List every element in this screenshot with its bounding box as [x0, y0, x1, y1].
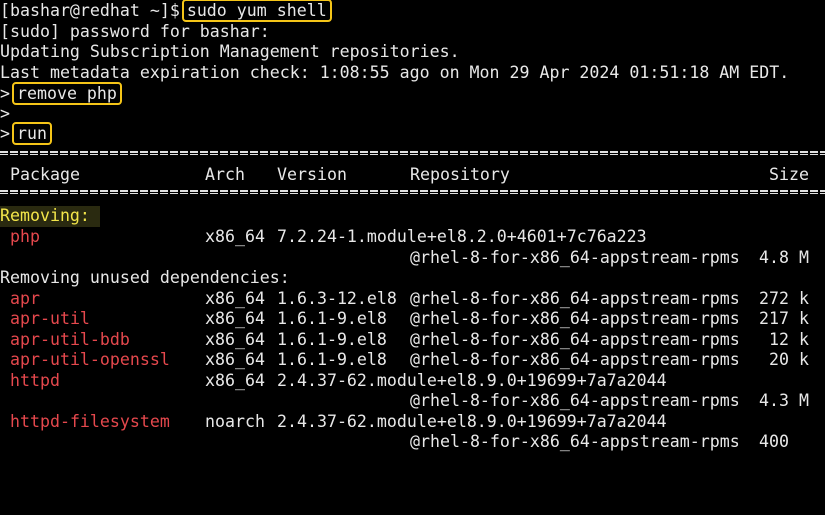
package-repository: @rhel-8-for-x86_64-appstream-rpms — [410, 248, 740, 267]
package-repository: @rhel-8-for-x86_64-appstream-rpms — [410, 309, 740, 328]
package-arch: x86_64 — [205, 227, 265, 246]
updating-line: Updating Subscription Management reposit… — [0, 42, 460, 61]
highlighted-remove-command: remove php — [12, 82, 122, 105]
prompt-line: [bashar@redhat ~]$ sudo yum shell — [0, 0, 332, 22]
package-name: apr-util-bdb — [10, 330, 130, 349]
package-repository: @rhel-8-for-x86_64-appstream-rpms — [410, 391, 740, 410]
package-repository: @rhel-8-for-x86_64-appstream-rpms — [410, 432, 740, 451]
header-repository: Repository — [410, 165, 510, 184]
package-name: httpd-filesystem — [10, 412, 170, 431]
unused-dependencies-label: Removing unused dependencies: — [0, 268, 290, 287]
sudo-password-line: [sudo] password for bashar: — [0, 22, 270, 41]
table-row: apr x86_64 1.6.3-12.el8 @rhel-8-for-x86_… — [0, 289, 825, 310]
package-repository: @rhel-8-for-x86_64-appstream-rpms — [410, 289, 740, 308]
package-name: apr-util-openssl — [10, 350, 170, 369]
table-row-continuation: @rhel-8-for-x86_64-appstream-rpms 400 — [0, 432, 825, 453]
shell-prompt: [bashar@redhat ~]$ — [0, 1, 180, 20]
package-arch: x86_64 — [205, 309, 265, 328]
table-row: php x86_64 7.2.24-1.module+el8.2.0+4601+… — [0, 227, 825, 248]
package-version: 2.4.37-62.module+el8.9.0+19699+7a7a2044 — [277, 371, 667, 390]
table-row-continuation: @rhel-8-for-x86_64-appstream-rpms 4.8 M — [0, 248, 825, 269]
package-version: 1.6.3-12.el8 — [277, 289, 397, 308]
package-version: 1.6.1-9.el8 — [277, 350, 387, 369]
table-row: apr-util-openssl x86_64 1.6.1-9.el8 @rhe… — [0, 350, 825, 371]
package-version: 7.2.24-1.module+el8.2.0+4601+7c76a223 — [277, 227, 647, 246]
package-arch: x86_64 — [205, 330, 265, 349]
terminal-window[interactable]: [bashar@redhat ~]$ sudo yum shell [sudo] … — [0, 0, 825, 452]
run-command-line: > run — [0, 122, 52, 145]
package-name: php — [10, 227, 40, 246]
empty-prompt-line: > — [0, 104, 10, 123]
package-version: 1.6.1-9.el8 — [277, 330, 387, 349]
package-size: 400 — [759, 432, 789, 451]
highlighted-run-command: run — [12, 122, 52, 145]
package-name: apr-util — [10, 309, 90, 328]
package-version: 1.6.1-9.el8 — [277, 309, 387, 328]
removing-section-label: Removing: — [0, 206, 100, 227]
package-name: apr — [10, 289, 40, 308]
package-repository: @rhel-8-for-x86_64-appstream-rpms — [410, 330, 740, 349]
table-header-separator — [0, 189, 825, 197]
table-header-row: Package Arch Version Repository Size — [0, 165, 825, 186]
metadata-line: Last metadata expiration check: 1:08:55 … — [0, 63, 790, 82]
table-top-separator — [0, 150, 825, 158]
table-row: httpd-filesystem noarch 2.4.37-62.module… — [0, 412, 825, 433]
package-size: 20 k — [769, 350, 809, 369]
package-arch: x86_64 — [205, 289, 265, 308]
package-size: 217 k — [759, 309, 809, 328]
yum-shell-prompt-run: > — [0, 124, 10, 143]
highlighted-command: sudo yum shell — [181, 0, 332, 22]
header-arch: Arch — [205, 165, 245, 184]
package-repository: @rhel-8-for-x86_64-appstream-rpms — [410, 350, 740, 369]
package-size: 272 k — [759, 289, 809, 308]
package-version: 2.4.37-62.module+el8.9.0+19699+7a7a2044 — [277, 412, 667, 431]
package-size: 4.3 M — [759, 391, 809, 410]
remove-command-line: > remove php — [0, 82, 122, 105]
table-row-continuation: @rhel-8-for-x86_64-appstream-rpms 4.3 M — [0, 391, 825, 412]
table-row: httpd x86_64 2.4.37-62.module+el8.9.0+19… — [0, 371, 825, 392]
package-size: 12 k — [769, 330, 809, 349]
package-arch: x86_64 — [205, 350, 265, 369]
header-size: Size — [769, 165, 809, 184]
table-row: apr-util-bdb x86_64 1.6.1-9.el8 @rhel-8-… — [0, 330, 825, 351]
package-name: httpd — [10, 371, 60, 390]
header-version: Version — [277, 165, 347, 184]
header-package: Package — [10, 165, 80, 184]
yum-shell-prompt: > — [0, 84, 10, 103]
package-arch: x86_64 — [205, 371, 265, 390]
table-row: apr-util x86_64 1.6.1-9.el8 @rhel-8-for-… — [0, 309, 825, 330]
package-arch: noarch — [205, 412, 265, 431]
package-size: 4.8 M — [759, 248, 809, 267]
